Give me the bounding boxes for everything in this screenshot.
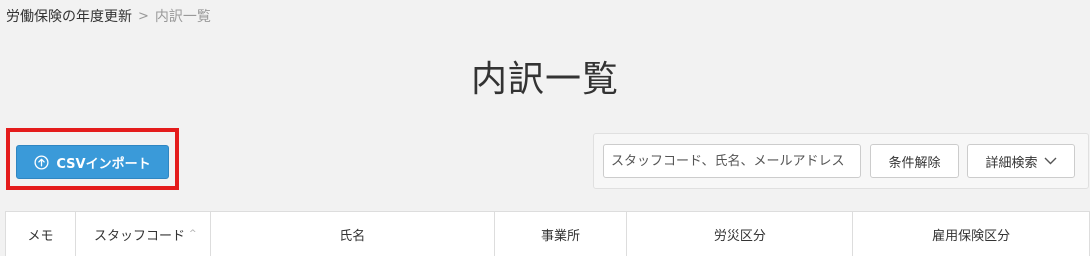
breadcrumb-current: 内訳一覧	[154, 9, 211, 25]
breadcrumb-parent-link[interactable]: 労働保険の年度更新	[6, 6, 132, 26]
advanced-search-label: 詳細検索	[985, 155, 1038, 171]
column-label: 氏名	[339, 228, 366, 244]
column-header-office: 事業所	[495, 212, 628, 256]
breadcrumb: 労働保険の年度更新 > 内訳一覧	[6, 6, 211, 26]
column-header-name: 氏名	[211, 212, 495, 256]
table-header: メモ スタッフコード ^ 氏名 事業所 労災区分 雇用保険区分	[6, 212, 1089, 256]
column-header-workers-comp: 労災区分	[627, 212, 854, 256]
column-label: 雇用保険区分	[932, 228, 1011, 244]
search-input[interactable]	[603, 144, 861, 178]
sort-caret-icon: ^	[188, 229, 197, 239]
chevron-down-icon	[1044, 154, 1057, 169]
column-label: メモ	[27, 228, 54, 244]
column-header-memo: メモ	[6, 212, 76, 256]
page-title: 内訳一覧	[470, 59, 619, 100]
column-label: スタッフコード	[93, 228, 185, 244]
column-header-staff-code[interactable]: スタッフコード ^	[76, 212, 211, 256]
breadcrumb-separator: >	[138, 8, 149, 24]
csv-import-label: CSVインポート	[56, 156, 151, 172]
breakdown-table: メモ スタッフコード ^ 氏名 事業所 労災区分 雇用保険区分	[5, 211, 1090, 256]
clear-conditions-button[interactable]: 条件解除	[870, 144, 959, 178]
upload-circle-icon	[34, 154, 49, 170]
column-label: 事業所	[540, 228, 580, 244]
clear-conditions-label: 条件解除	[888, 155, 941, 171]
column-header-employment-insurance: 雇用保険区分	[853, 212, 1089, 256]
advanced-search-button[interactable]: 詳細検索	[967, 144, 1075, 178]
column-label: 労災区分	[713, 228, 766, 244]
csv-import-button[interactable]: CSVインポート	[16, 145, 169, 179]
